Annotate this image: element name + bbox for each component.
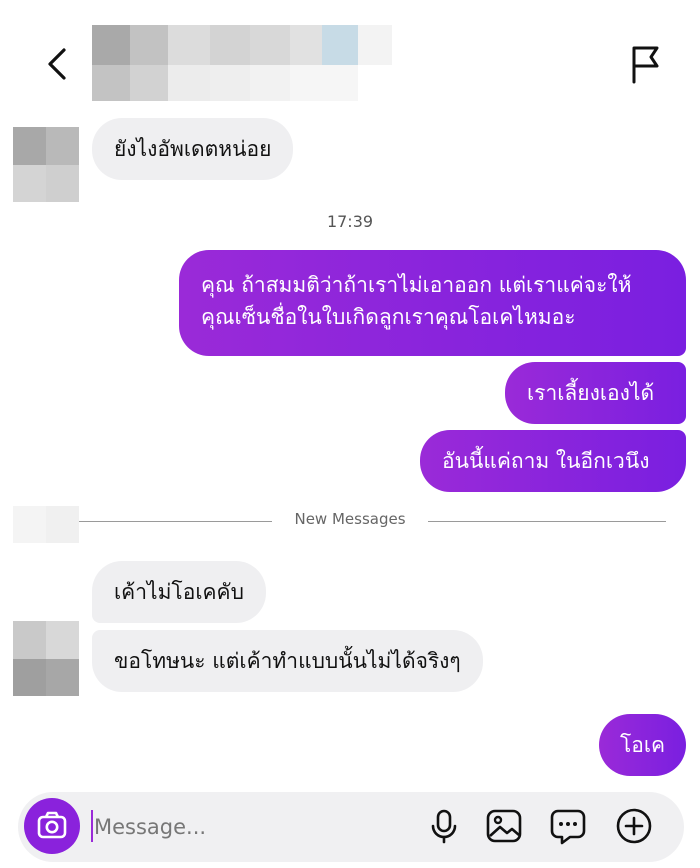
chevron-left-icon (48, 48, 66, 80)
message-text: เค้าไม่โอเคคับ (114, 580, 244, 604)
timestamp: 17:39 (326, 212, 374, 231)
received-message-bubble[interactable]: เค้าไม่โอเคคับ (92, 561, 266, 623)
sent-message-bubble[interactable]: อันนี้แค่ถาม ในอีกเวนึง (420, 430, 686, 492)
message-text: เราเลี้ยงเองได้ (527, 381, 655, 405)
more-options-button[interactable] (614, 806, 654, 846)
flag-icon (632, 46, 659, 84)
add-circle-icon (616, 808, 652, 844)
sent-message-bubble[interactable]: คุณ ถ้าสมมติว่าถ้าเราไม่เอาออก แต่เราแค่… (179, 250, 686, 356)
voice-message-button[interactable] (424, 806, 464, 846)
sticker-button[interactable] (548, 806, 588, 846)
report-button[interactable] (622, 40, 670, 88)
sent-message-bubble[interactable]: โอเค (599, 714, 686, 776)
message-text: อันนี้แค่ถาม ในอีกเวนึง (442, 449, 650, 473)
sent-message-bubble[interactable]: เราเลี้ยงเองได้ (505, 362, 686, 424)
message-text: ยังไงอัพเดตหน่อย (114, 137, 272, 161)
message-text-line: คุณเซ็นชื่อในใบเกิดลูกเราคุณโอเคไหมอะ (201, 305, 576, 329)
image-icon (486, 809, 522, 843)
sticker-icon (550, 809, 586, 845)
microphone-icon (431, 809, 457, 844)
new-messages-label: New Messages (294, 510, 406, 528)
text-cursor (91, 810, 93, 842)
message-text: ขอโทษนะ แต่เค้าทำแบบนั้นไม่ได้จริงๆ (114, 649, 461, 673)
camera-button[interactable] (24, 798, 80, 854)
gallery-button[interactable] (484, 806, 524, 846)
message-text: โอเค (619, 733, 666, 757)
received-message-bubble[interactable]: ยังไงอัพเดตหน่อย (92, 118, 294, 180)
received-message-bubble[interactable]: ขอโทษนะ แต่เค้าทำแบบนั้นไม่ได้จริงๆ (92, 630, 483, 692)
back-button[interactable] (38, 40, 82, 88)
message-text-line: คุณ ถ้าสมมติว่าถ้าเราไม่เอาออก แต่เราแค่… (201, 273, 632, 297)
message-input[interactable] (90, 810, 414, 844)
camera-icon (37, 811, 67, 839)
chat-header (0, 0, 700, 110)
message-composer (18, 792, 684, 862)
